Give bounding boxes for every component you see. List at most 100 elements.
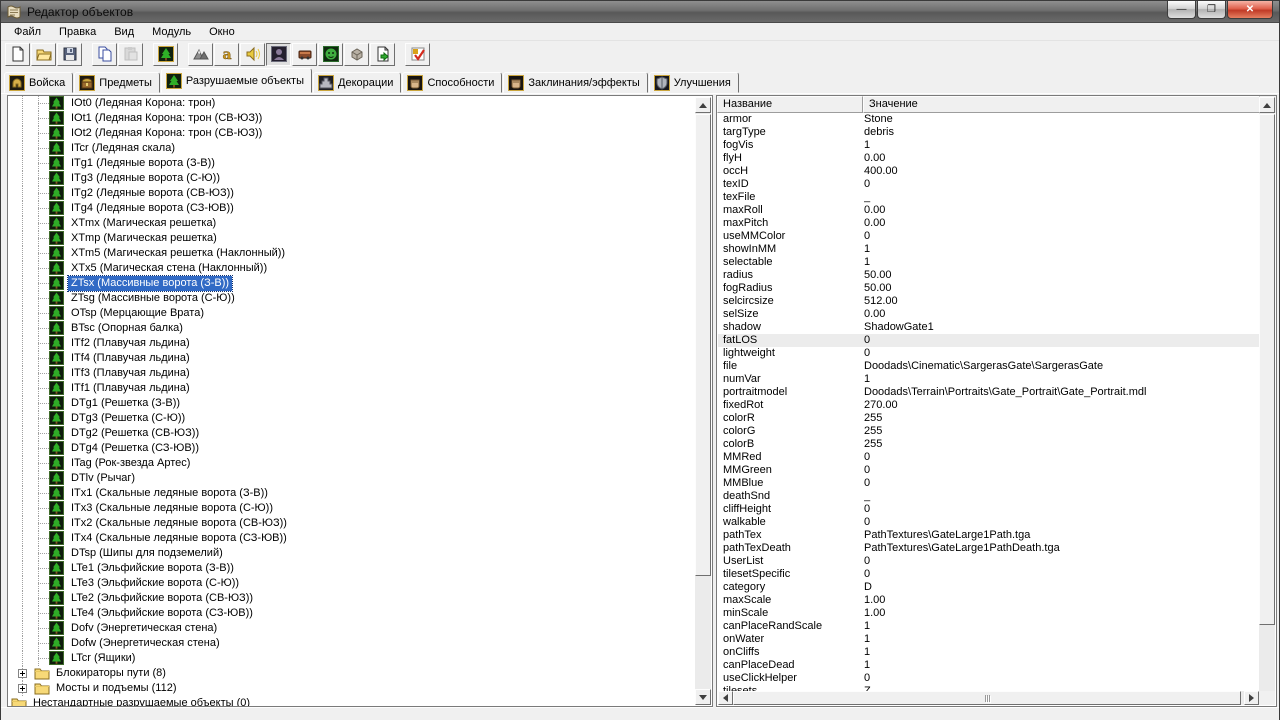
property-row[interactable]: fixedRot 270.00 [718, 399, 1259, 412]
sound-editor-button[interactable] [240, 42, 265, 66]
property-row[interactable]: useClickHelper 0 [718, 672, 1259, 685]
scroll-right-button[interactable] [1244, 691, 1259, 705]
scroll-up-button[interactable] [1259, 97, 1275, 113]
tree-item[interactable]: DTlv (Рычаг) [9, 471, 695, 486]
property-row[interactable]: walkable 0 [718, 516, 1259, 529]
tree-item[interactable]: ITx3 (Скальные ледяные ворота (С-Ю)) [9, 501, 695, 516]
expand-plus-icon[interactable] [18, 669, 27, 678]
property-row[interactable]: numVar 1 [718, 373, 1259, 386]
scroll-up-button[interactable] [695, 97, 711, 113]
property-row[interactable]: MMGreen 0 [718, 464, 1259, 477]
property-row[interactable]: texID 0 [718, 178, 1259, 191]
tree-item[interactable]: Блокираторы пути (8) [9, 666, 695, 681]
tree-vertical-scrollbar[interactable] [695, 97, 711, 705]
property-row[interactable]: maxRoll 0.00 [718, 204, 1259, 217]
scroll-down-button[interactable] [695, 689, 711, 705]
scroll-thumb[interactable] [695, 114, 711, 577]
property-row[interactable]: onCliffs 1 [718, 646, 1259, 659]
tree-item[interactable]: Dofv (Энергетическая стена) [9, 621, 695, 636]
tree-item[interactable]: XTm5 (Магическая решетка (Наклонный)) [9, 246, 695, 261]
tree-item[interactable]: DTsp (Шипы для подземелий) [9, 546, 695, 561]
tab-doodads[interactable]: Декорации [313, 72, 402, 93]
property-row[interactable]: tilesetSpecific 0 [718, 568, 1259, 581]
properties-vertical-scrollbar[interactable] [1259, 97, 1275, 691]
tree-item[interactable]: ITcr (Ледяная скала) [9, 141, 695, 156]
campaign-editor-button[interactable] [292, 42, 317, 66]
tree-item[interactable]: ITx1 (Скальные ледяные ворота (З-В)) [9, 486, 695, 501]
tree-item[interactable]: ITg4 (Ледяные ворота (СЗ-ЮВ)) [9, 201, 695, 216]
expand-plus-icon[interactable] [18, 684, 27, 693]
copy-button[interactable] [92, 42, 117, 66]
property-row[interactable]: maxScale 1.00 [718, 594, 1259, 607]
tree-item[interactable]: IOt1 (Ледяная Корона: трон (СВ-ЮЗ)) [9, 111, 695, 126]
tree-item[interactable]: DTg2 (Решетка (СВ-ЮЗ)) [9, 426, 695, 441]
property-row[interactable]: onWater 1 [718, 633, 1259, 646]
column-header-name[interactable]: Название [717, 96, 863, 113]
property-row[interactable]: colorR 255 [718, 412, 1259, 425]
menu-module[interactable]: Модуль [143, 24, 200, 40]
property-row[interactable]: pathTex PathTextures\GateLarge1Path.tga [718, 529, 1259, 542]
scroll-left-button[interactable] [718, 691, 733, 705]
property-row[interactable]: maxPitch 0.00 [718, 217, 1259, 230]
tree-item[interactable]: LTe4 (Эльфийские ворота (СЗ-ЮВ)) [9, 606, 695, 621]
property-row[interactable]: selcircsize 512.00 [718, 295, 1259, 308]
property-row[interactable]: fogRadius 50.00 [718, 282, 1259, 295]
tree-item[interactable]: ITf4 (Плавучая льдина) [9, 351, 695, 366]
tree-item[interactable]: DTg1 (Решетка (З-В)) [9, 396, 695, 411]
properties-horizontal-scrollbar[interactable] [718, 691, 1259, 705]
property-row[interactable]: file Doodads\Cinematic\SargerasGate\Sarge… [718, 360, 1259, 373]
tree-item[interactable]: IOt0 (Ледяная Корона: трон) [9, 96, 695, 111]
close-button[interactable]: ✕ [1227, 1, 1273, 19]
trigger-editor-button[interactable]: a [214, 42, 239, 66]
menu-view[interactable]: Вид [105, 24, 143, 40]
tab-upgrades[interactable]: Улучшения [648, 72, 739, 93]
tree-item[interactable]: ITx2 (Скальные ледяные ворота (СВ-ЮЗ)) [9, 516, 695, 531]
terrain-palette-button[interactable] [188, 42, 213, 66]
tab-buffs[interactable]: Заклинания/эффекты [503, 72, 648, 93]
tree-item[interactable]: LTe1 (Эльфийские ворота (З-В)) [9, 561, 695, 576]
tree-item[interactable]: Dofw (Энергетическая стена) [9, 636, 695, 651]
property-row[interactable]: radius 50.00 [718, 269, 1259, 282]
property-row[interactable]: fatLOS 0 [718, 334, 1259, 347]
restore-button[interactable]: ❐ [1197, 1, 1226, 19]
minimize-button[interactable]: — [1167, 1, 1196, 19]
menu-edit[interactable]: Правка [50, 24, 105, 40]
tree-item[interactable]: Нестандартные разрушаемые объекты (0) [9, 696, 695, 706]
tree-item[interactable]: ITg1 (Ледяные ворота (З-В)) [9, 156, 695, 171]
property-row[interactable]: selSize 0.00 [718, 308, 1259, 321]
tree-item[interactable]: ITx4 (Скальные ледяные ворота (СЗ-ЮВ)) [9, 531, 695, 546]
property-row[interactable]: occH 400.00 [718, 165, 1259, 178]
property-row[interactable]: colorG 255 [718, 425, 1259, 438]
scroll-thumb[interactable] [733, 691, 1241, 705]
tree-item[interactable]: XTx5 (Магическая стена (Наклонный)) [9, 261, 695, 276]
tree-item[interactable]: ZTsg (Массивные ворота (С-Ю)) [9, 291, 695, 306]
tree-item[interactable]: DTg3 (Решетка (С-Ю)) [9, 411, 695, 426]
tree-item[interactable]: XTmp (Магическая решетка) [9, 231, 695, 246]
tree-item[interactable]: DTg4 (Решетка (СЗ-ЮВ)) [9, 441, 695, 456]
property-row[interactable]: targType debris [718, 126, 1259, 139]
tree-item[interactable]: ITf1 (Плавучая льдина) [9, 381, 695, 396]
ai-editor-button[interactable] [318, 42, 343, 66]
open-map-button[interactable] [31, 42, 56, 66]
title-bar[interactable]: Редактор объектов — ❐ ✕ [1, 1, 1279, 23]
property-row[interactable]: texFile _ [718, 191, 1259, 204]
tree-item[interactable]: XTmx (Магическая решетка) [9, 216, 695, 231]
object-manager-button[interactable] [344, 42, 369, 66]
property-row[interactable]: pathTexDeath PathTextures\GateLarge1PathD… [718, 542, 1259, 555]
tree-item[interactable]: ITag (Рок-звезда Артес) [9, 456, 695, 471]
menu-window[interactable]: Окно [200, 24, 244, 40]
property-row[interactable]: MMRed 0 [718, 451, 1259, 464]
property-row[interactable]: deathSnd _ [718, 490, 1259, 503]
tree-item[interactable]: IOt2 (Ледяная Корона: трон (СВ-ЮЗ)) [9, 126, 695, 141]
property-row[interactable]: colorB 255 [718, 438, 1259, 451]
tab-abilities[interactable]: Способности [402, 72, 503, 93]
property-row[interactable]: lightweight 0 [718, 347, 1259, 360]
tab-destructibles[interactable]: Разрушаемые объекты [160, 68, 312, 93]
tree-item[interactable]: ITf2 (Плавучая льдина) [9, 336, 695, 351]
properties-list[interactable]: armor Stone targType debris fogVis 1 flyH 0.00 o… [718, 113, 1259, 691]
tree-item[interactable]: LTe2 (Эльфийские ворота (СВ-ЮЗ)) [9, 591, 695, 606]
tree-item[interactable]: LTe3 (Эльфийские ворота (С-Ю)) [9, 576, 695, 591]
tree-item[interactable]: ITf3 (Плавучая льдина) [9, 366, 695, 381]
tree-item[interactable]: ITg2 (Ледяные ворота (СВ-ЮЗ)) [9, 186, 695, 201]
import-manager-button[interactable] [370, 42, 395, 66]
